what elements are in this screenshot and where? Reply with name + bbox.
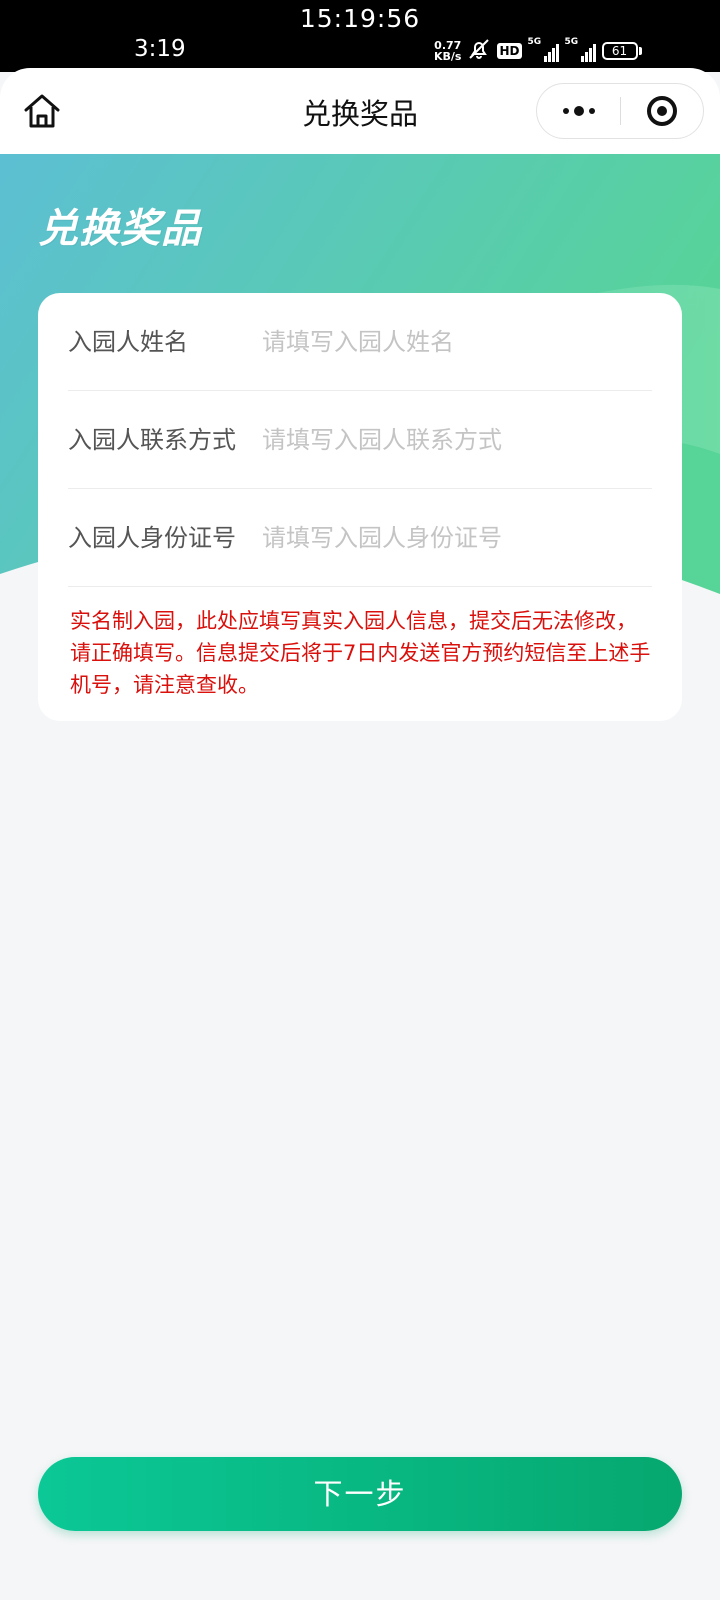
status-clock: 3:19 (134, 36, 186, 62)
more-dots-icon[interactable] (537, 84, 620, 138)
signal-label: 5G (527, 37, 542, 47)
net-speed: 0.77 KB/s (434, 40, 461, 62)
battery-level: 61 (601, 42, 638, 60)
mute-bell-icon (467, 37, 491, 65)
phone-input[interactable] (262, 415, 642, 465)
realname-notice: 实名制入园，此处应填写真实入园人信息，提交后无法修改，请正确填写。信息提交后将于… (70, 609, 651, 697)
battery-icon: 61 (601, 42, 642, 60)
target-close-icon[interactable] (621, 84, 703, 138)
overlay-time: 15:19:56 (299, 4, 421, 33)
name-label: 入园人姓名 (68, 328, 188, 356)
form-card: 入园人姓名 入园人联系方式 入园人身份证号 实名制入园，此处应填写真实入园人信息… (38, 293, 682, 721)
form-row-name: 入园人姓名 (68, 293, 652, 391)
signal-icon: 5G (564, 37, 596, 62)
form-row-phone: 入园人联系方式 (68, 391, 652, 489)
next-step-button[interactable]: 下一步 (38, 1457, 682, 1531)
mini-program-capsule (536, 83, 704, 139)
net-speed-unit: KB/s (434, 50, 462, 63)
signal-label: 5G (564, 37, 579, 47)
status-bar: 15:19:56 3:19 0.77 KB/s HD 5G 5G 61 (0, 0, 720, 72)
phone-label: 入园人联系方式 (68, 426, 236, 454)
hero-title: 兑换奖品 (38, 206, 202, 252)
id-number-input[interactable] (262, 513, 642, 563)
id-label: 入园人身份证号 (68, 524, 236, 552)
form-row-id: 入园人身份证号 (68, 489, 652, 587)
nav-bar: 兑换奖品 (0, 68, 720, 154)
hd-badge: HD (497, 43, 522, 59)
status-icons: 0.77 KB/s HD 5G 5G 61 (434, 37, 642, 65)
name-input[interactable] (262, 317, 642, 367)
signal-icon: 5G (527, 37, 559, 62)
